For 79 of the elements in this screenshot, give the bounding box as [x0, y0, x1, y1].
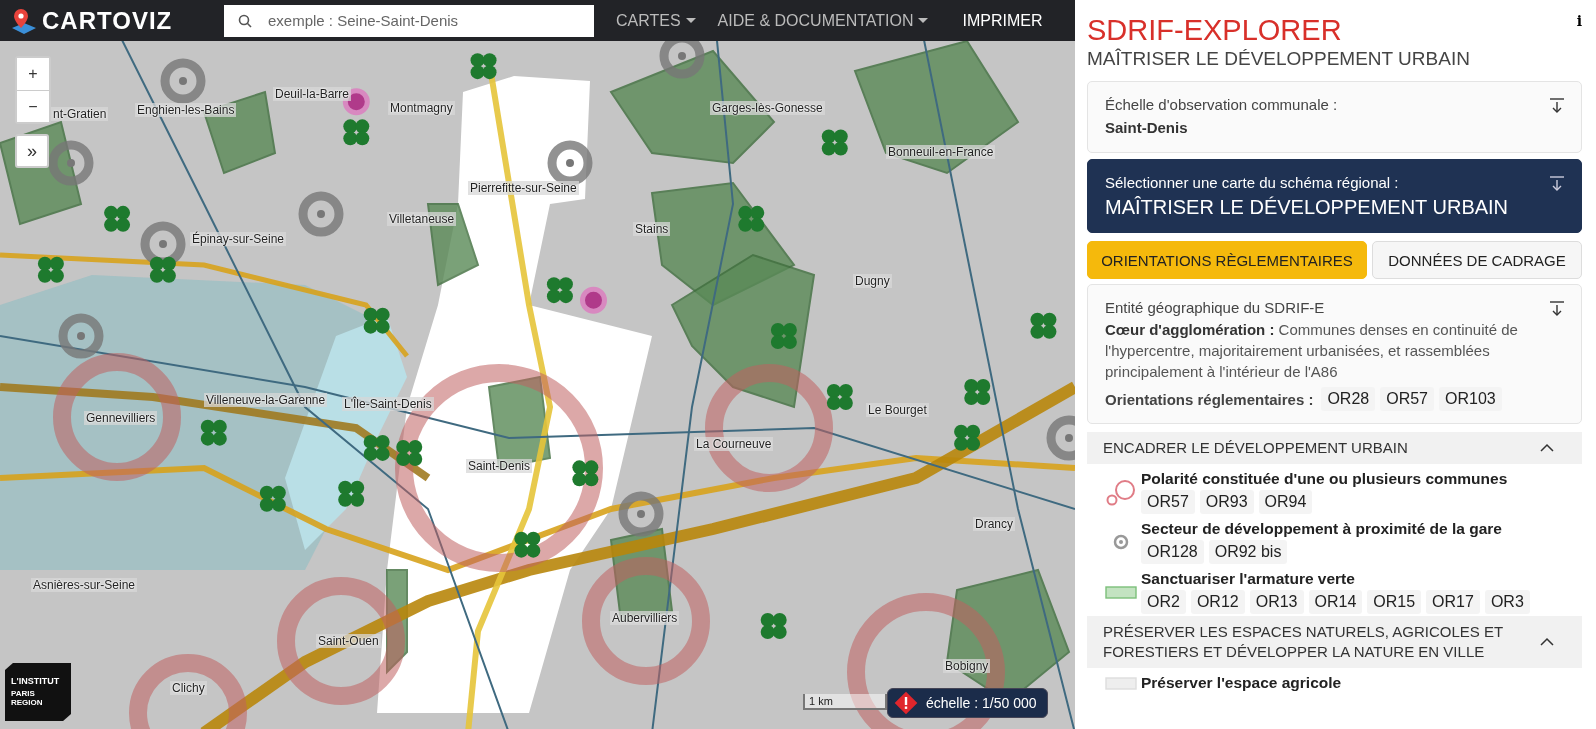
selector-label: Échelle d'observation communale : [1105, 95, 1338, 115]
code-tag: OR103 [1439, 387, 1502, 411]
search-field[interactable]: exemple : Seine-Saint-Denis [224, 4, 594, 37]
place-label: Dugny [853, 274, 892, 288]
place-label: Garges-lès-Gonesse [710, 101, 825, 115]
menu-link[interactable]: IMPRIMER [962, 11, 1043, 30]
scale-indicator: échelle : 1/50 000 [887, 688, 1048, 718]
expand-button[interactable]: » [15, 134, 49, 168]
institute-logo: L'INSTITUT PARIS REGION [5, 663, 71, 721]
code-tag: OR14 [1308, 590, 1363, 614]
entity-description: Cœur d'agglomération : Communes denses en continuité de l'hypercentre, majoritairement urbanisées, et rassemblées principalement à l'intérieur de l'A86 [1105, 320, 1519, 382]
code-tag: OR92 bis [1208, 540, 1288, 564]
menu-dropdown[interactable]: AIDE & DOCUMENTATION [717, 11, 929, 30]
circles-icon [1105, 478, 1137, 506]
place-label: Pierrefitte-sur-Seine [468, 181, 579, 195]
place-label: Saint-Denis [466, 459, 533, 473]
place-label: Drancy [973, 517, 1015, 531]
section-header[interactable]: PRÉSERVER LES ESPACES NATURELS, AGRICOLES ET FORESTIERS ET DÉVELOPPER LA NATURE EN VILLE [1087, 616, 1582, 668]
zoom-out-button[interactable]: − [17, 90, 49, 122]
map-subtitle: MAÎTRISER LE DÉVELOPPEMENT URBAIN [1087, 47, 1470, 71]
tab[interactable]: DONNÉES DE CADRAGE [1372, 241, 1582, 279]
place-label: Le Bourget [866, 403, 929, 417]
code-tag: OR128 [1141, 540, 1204, 564]
legend-label: Secteur de développement à proximité de la gare [1141, 520, 1502, 538]
place-label: Villeneuve-la-Garenne [204, 393, 328, 407]
place-label: Asnières-sur-Seine [31, 578, 138, 592]
code-tag: OR13 [1249, 590, 1304, 614]
code-tag: OR94 [1258, 490, 1313, 514]
code-tag: OR15 [1367, 590, 1422, 614]
legend-label: Polarité constituée d'une ou plusieurs communes [1141, 470, 1508, 488]
place-label: Bonneuil-en-France [886, 145, 996, 159]
tab[interactable]: ORIENTATIONS RÈGLEMENTAIRES [1087, 241, 1367, 279]
selector-value: MAÎTRISER LE DÉVELOPPEMENT URBAIN [1105, 195, 1509, 220]
place-label: Aubervilliers [610, 611, 680, 625]
map-selector[interactable]: Sélectionner une carte du schéma régional : MAÎTRISER LE DÉVELOPPEMENT URBAIN [1087, 159, 1582, 233]
logo-text: CARTOVIZ [42, 6, 173, 35]
orientations-label: Orientations réglementaires : [1105, 390, 1314, 408]
chevron-up-icon[interactable] [1540, 443, 1554, 453]
commune-selector[interactable]: Échelle d'observation communale : Saint-Denis [1087, 81, 1582, 153]
menu-dropdown[interactable]: CARTES [616, 11, 696, 30]
place-label: Stains [633, 222, 671, 236]
selector-label: Sélectionner une carte du schéma régional : [1105, 173, 1400, 193]
code-tag: OR93 [1199, 490, 1254, 514]
app-title: SDRIF-EXPLORER [1087, 13, 1343, 47]
code-tag: OR12 [1190, 590, 1245, 614]
place-label: La Courneuve [694, 437, 774, 451]
chevron-up-icon[interactable] [1540, 637, 1554, 647]
place-label: Villetaneuse [387, 212, 457, 226]
code-tag: OR2 [1141, 590, 1186, 614]
info-button[interactable]: i [1576, 13, 1582, 29]
code-tag: OR3 [1484, 590, 1530, 614]
place-label: Deuil-la-Barre [273, 87, 352, 101]
area-swatch-icon [1105, 676, 1137, 690]
code-tag: OR28 [1321, 387, 1376, 411]
section-title: PRÉSERVER LES ESPACES NATURELS, AGRICOLES ET FORESTIERS ET DÉVELOPPER LA NATURE EN VILLE [1103, 622, 1503, 662]
entity-heading: Entité géographique du SDRIF-E [1105, 298, 1326, 318]
place-label: nt-Gratien [51, 107, 109, 121]
legend-label: Préserver l'espace agricole [1141, 674, 1342, 692]
section-title: ENCADRER LE DÉVELOPPEMENT URBAIN [1103, 438, 1408, 458]
scale-bar: 1 km [803, 694, 887, 710]
place-label: L'Île-Saint-Denis [342, 397, 434, 411]
search-icon [238, 13, 252, 28]
code-tag: OR17 [1426, 590, 1480, 614]
selector-value: Saint-Denis [1105, 118, 1189, 138]
section-header[interactable]: ENCADRER LE DÉVELOPPEMENT URBAIN [1087, 432, 1582, 464]
caret-icon [685, 18, 696, 23]
target-icon [1113, 534, 1129, 550]
place-label: Enghien-les-Bains [135, 103, 237, 117]
place-label: Gennevilliers [84, 411, 158, 425]
legend-label: Sanctuariser l'armature verte [1141, 570, 1356, 588]
area-swatch-icon [1105, 585, 1137, 599]
place-label: Bobigny [943, 659, 991, 673]
code-tag: OR57 [1380, 387, 1434, 411]
place-label: Saint-Ouen [316, 634, 381, 648]
place-label: Épinay-sur-Seine [190, 232, 287, 246]
place-label: Clichy [170, 681, 207, 695]
caret-icon [918, 18, 929, 23]
place-label: Montmagny [388, 101, 455, 115]
code-tag: OR57 [1141, 490, 1195, 514]
